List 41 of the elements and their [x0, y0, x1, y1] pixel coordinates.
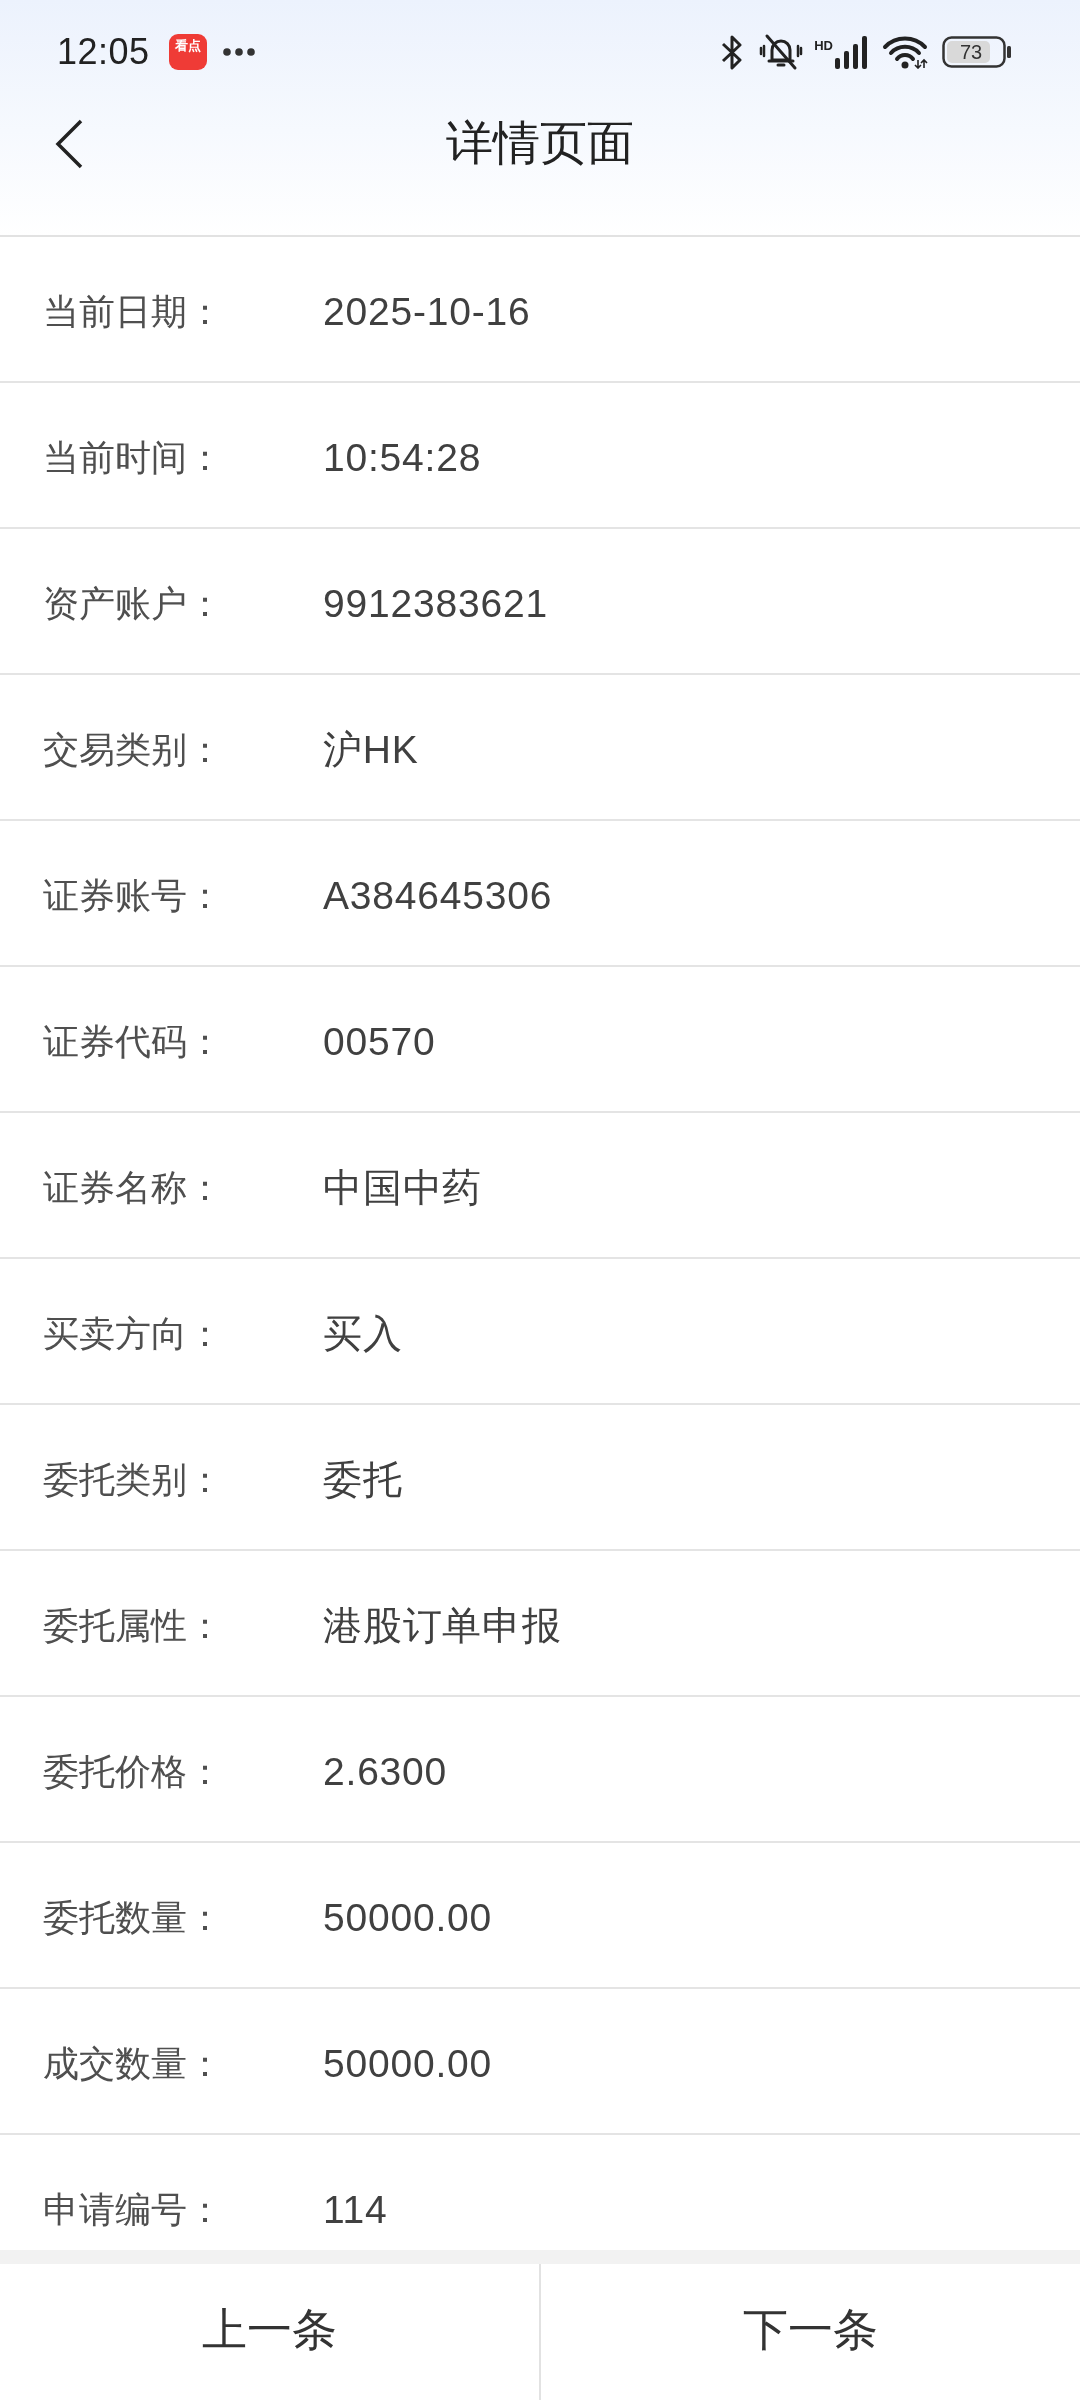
app-notification-badge: 看点	[168, 34, 207, 70]
field-value: 00570	[323, 1020, 436, 1064]
field-label: 资产账户：	[43, 581, 224, 626]
battery-percentage: 73	[960, 41, 983, 63]
chevron-left-icon	[55, 118, 83, 169]
field-value: 沪HK	[323, 727, 419, 773]
field-label: 委托类别：	[43, 1457, 224, 1502]
back-button[interactable]	[55, 118, 83, 169]
field-label: 申请编号：	[43, 2187, 224, 2232]
field-label: 委托数量：	[43, 1895, 224, 1940]
field-label: 证券名称：	[43, 1165, 224, 1210]
more-notifications-icon	[222, 48, 255, 56]
field-label: 证券代码：	[43, 1019, 224, 1064]
field-label: 成交数量：	[43, 2041, 224, 2086]
signal-bars-icon	[835, 35, 869, 69]
field-value: 2.6300	[323, 1750, 448, 1794]
status-time: 12:05	[57, 31, 150, 73]
field-value: 港股订单申报	[323, 1603, 562, 1649]
muted-bell-icon	[759, 33, 804, 71]
field-label: 当前日期：	[43, 289, 224, 334]
field-label: 买卖方向：	[43, 1311, 224, 1356]
field-value: 9912383621	[323, 582, 548, 626]
field-value: 买入	[323, 1311, 403, 1357]
field-value: 委托	[323, 1457, 403, 1503]
field-label: 委托属性：	[43, 1603, 224, 1648]
battery-icon	[942, 36, 1012, 68]
field-value: A384645306	[323, 874, 553, 918]
bluetooth-icon	[721, 34, 744, 70]
field-value: 50000.00	[323, 1896, 493, 1940]
page-title: 详情页面	[446, 115, 634, 171]
field-value: 10:54:28	[323, 436, 482, 480]
field-label: 当前时间：	[43, 435, 224, 480]
field-value: 50000.00	[323, 2042, 493, 2086]
wifi-icon	[882, 35, 928, 69]
field-label: 交易类别：	[43, 727, 224, 772]
field-value: 2025-10-16	[323, 290, 531, 334]
field-value: 114	[323, 2188, 388, 2232]
field-value: 中国中药	[323, 1165, 483, 1211]
field-label: 委托价格：	[43, 1749, 224, 1794]
network-type-label: HD	[814, 39, 833, 52]
field-label: 证券账号：	[43, 873, 224, 918]
